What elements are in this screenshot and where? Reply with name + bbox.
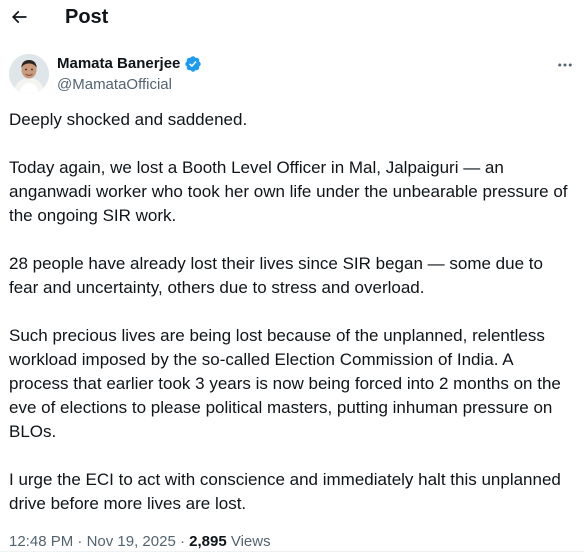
post-paragraph: I urge the ECI to act with conscience an…	[9, 470, 561, 513]
more-options-button[interactable]	[552, 54, 578, 76]
meta-separator: ·	[175, 533, 190, 550]
post-paragraph: Deeply shocked and saddened.	[9, 110, 248, 129]
post-meta: 12:48 PM · Nov 19, 2025 · 2,895 Views	[9, 532, 271, 552]
avatar[interactable]	[9, 54, 49, 94]
verified-badge-icon	[184, 55, 202, 73]
post-paragraph: Today again, we lost a Booth Level Offic…	[9, 158, 568, 225]
meta-separator: ·	[73, 533, 87, 550]
page-title: Post	[65, 6, 109, 28]
avatar-image	[9, 54, 49, 94]
author-handle[interactable]: @MamataOfficial	[57, 75, 172, 95]
post-date: Nov 19, 2025	[86, 533, 176, 550]
author-name-row: Mamata Banerjee	[57, 54, 202, 74]
post-paragraph: 28 people have already lost their lives …	[9, 254, 543, 297]
back-button[interactable]	[4, 2, 34, 32]
author-name[interactable]: Mamata Banerjee	[57, 54, 180, 74]
views-label: Views	[230, 533, 271, 550]
post-timestamp[interactable]: 12:48 PM · Nov 19, 2025	[9, 533, 176, 550]
views-count: 2,895	[189, 533, 227, 550]
arrow-left-icon	[11, 10, 27, 24]
post-time: 12:48 PM	[9, 533, 74, 550]
post-author: Mamata Banerjee @MamataOfficial	[0, 50, 584, 100]
post-paragraph: Such precious lives are being lost becau…	[9, 326, 561, 441]
more-horizontal-icon	[558, 63, 572, 67]
post-page: Post Mamata Banerjee @MamataOfficial Dee…	[0, 0, 584, 552]
page-header: Post	[0, 0, 584, 34]
